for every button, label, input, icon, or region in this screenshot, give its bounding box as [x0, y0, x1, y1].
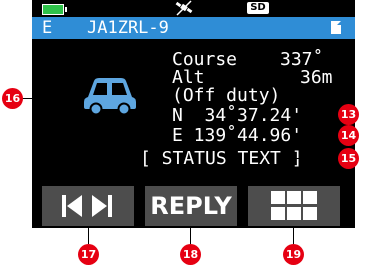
car-icon [84, 78, 136, 115]
latitude-value: N 34˚37.24' [172, 105, 303, 126]
callout-19: 19 [283, 244, 304, 265]
sd-card-icon: SD [247, 2, 269, 14]
reply-button[interactable]: REPLY [145, 186, 237, 226]
callout-18-leader [190, 228, 191, 244]
reply-label: REPLY [150, 192, 232, 220]
status-text: [ STATUS TEXT ] [140, 148, 303, 169]
callout-19-leader [293, 228, 294, 244]
callout-13: 13 [338, 104, 359, 125]
callout-14: 14 [338, 125, 359, 146]
battery-full-icon [42, 4, 67, 15]
callout-13-leader [318, 115, 338, 116]
skip-prev-next-button[interactable] [42, 186, 134, 226]
station-callsign: JA1ZRL-9 [87, 18, 169, 38]
callout-17: 17 [78, 244, 99, 265]
document-icon [331, 21, 341, 34]
gps-satellite-off-icon [175, 0, 193, 16]
callout-14-leader [318, 135, 338, 136]
band-indicator: E [42, 18, 53, 38]
skip-prev-next-icon [62, 195, 112, 217]
menu-grid-button[interactable] [248, 186, 340, 226]
callout-17-leader [88, 228, 89, 244]
softkey-bar: REPLY [32, 180, 355, 228]
callout-16-leader [22, 98, 52, 99]
callout-15-leader [282, 158, 338, 159]
grid-menu-icon [271, 191, 317, 220]
status-bar: SD [32, 0, 355, 17]
callout-18: 18 [180, 244, 201, 265]
callout-15: 15 [338, 148, 359, 169]
position-status: (Off duty) [172, 85, 281, 106]
radio-display: SD E JA1ZRL-9 Course 337˚ Alt 36m (Off d… [32, 0, 355, 228]
callout-16: 16 [2, 88, 23, 109]
altitude-value: 36m [300, 67, 333, 88]
title-bar: E JA1ZRL-9 [32, 17, 355, 39]
longitude-value: E 139˚44.96' [172, 125, 303, 146]
